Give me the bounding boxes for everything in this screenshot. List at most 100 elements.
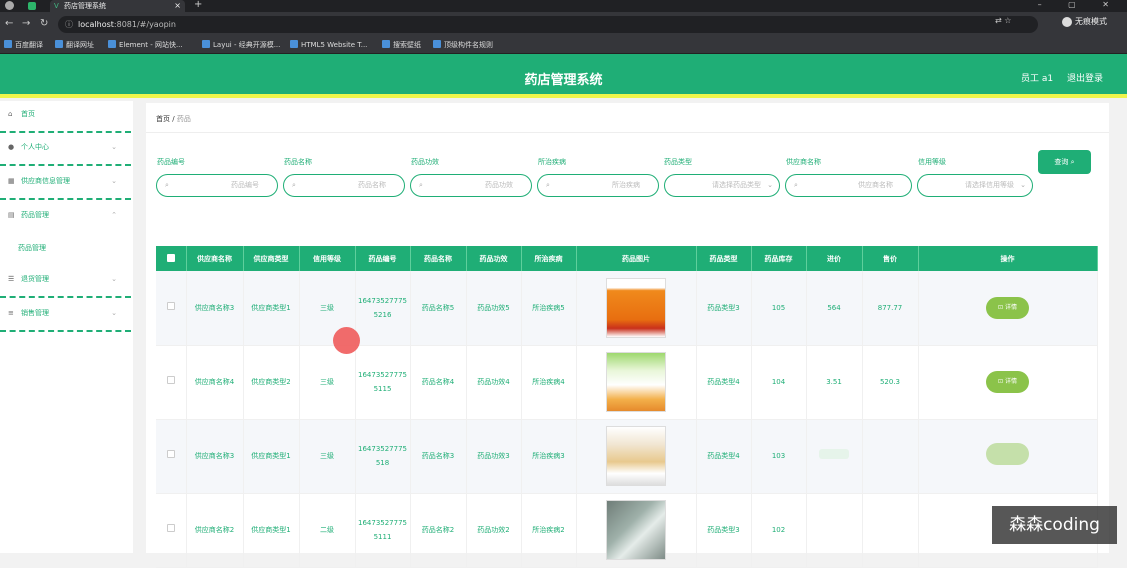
row-checkbox[interactable]: [166, 524, 175, 532]
bookmark-item[interactable]: HTML5 Website T...: [290, 40, 367, 49]
bookmark-item[interactable]: Element - 网站快...: [108, 40, 183, 50]
cell-price: [862, 493, 919, 568]
sidebar-divider: [0, 233, 131, 234]
cell-cost: [806, 493, 863, 568]
site-info-icon[interactable]: ⓘ: [65, 16, 73, 33]
column-header[interactable]: 药品功效: [466, 246, 522, 271]
column-header[interactable]: 药品编号: [355, 246, 411, 271]
supplier-search-input[interactable]: ⌕ 供应商名称: [785, 174, 912, 197]
forward-icon[interactable]: →: [22, 18, 30, 29]
cell-name: 药品名称5: [410, 271, 467, 346]
cell-disease: 所治疾病5: [521, 271, 577, 346]
tab-close-icon[interactable]: ×: [174, 0, 181, 12]
detail-button[interactable]: ⊡ 详情: [986, 371, 1029, 393]
cell-cost: [806, 419, 863, 494]
cell-actions: [918, 419, 1098, 494]
sidebar-item-home[interactable]: ⌂ 首页: [0, 101, 131, 133]
incognito-profile[interactable]: 无痕模式: [1062, 16, 1107, 27]
sidebar-item-returns[interactable]: ☰ 退货管理 ⌄: [0, 266, 131, 298]
filter-label: 药品名称: [284, 158, 312, 166]
chevron-down-icon: ⌄: [111, 275, 117, 283]
back-icon[interactable]: ←: [5, 18, 13, 29]
detail-button[interactable]: ⊡ 详情: [986, 296, 1029, 319]
name-search-input[interactable]: ⌕ 药品名称: [283, 174, 405, 197]
column-header[interactable]: 所治疾病: [521, 246, 577, 271]
row-checkbox[interactable]: [166, 376, 175, 384]
query-button[interactable]: 查询 ⌕: [1038, 150, 1091, 174]
cell-supplier-type: 供应商类型2: [243, 345, 300, 420]
row-select-cell: [156, 419, 187, 494]
table-header-row: 供应商名称 供应商类型 信用等级 药品编号 药品名称 药品功效 所治疾病 药品图…: [156, 246, 1098, 271]
logout-link[interactable]: 退出登录: [1067, 71, 1103, 84]
url-field[interactable]: ⓘ localhost:8081/#/yaopin: [58, 16, 1038, 33]
breadcrumb-sep: /: [172, 115, 175, 123]
new-tab-icon[interactable]: +: [194, 0, 202, 10]
cell-code: 16473527775518: [355, 419, 411, 494]
bookmark-icon: [4, 40, 12, 48]
table-row[interactable]: 供应商名称3 供应商类型1 三级 164735277755216 药品名称5 药…: [156, 271, 1098, 346]
list-icon: ☰: [8, 275, 15, 283]
detail-icon: ⊡: [998, 303, 1005, 311]
sidebar-item-medicine[interactable]: ▤ 药品管理 ⌃: [0, 202, 131, 234]
column-header[interactable]: 供应商名称: [186, 246, 244, 271]
column-header[interactable]: 售价: [862, 246, 919, 271]
breadcrumb-home[interactable]: 首页: [156, 115, 170, 123]
sliders-icon: ≡: [8, 309, 14, 317]
filter-label: 药品编号: [157, 158, 185, 166]
column-header[interactable]: 供应商类型: [243, 246, 300, 271]
cell-price: 520.3: [862, 345, 919, 420]
bookmark-item[interactable]: Layui - 经典开源模...: [202, 40, 280, 50]
cell-stock: 104: [751, 345, 807, 420]
cell-code: 164735277755111: [355, 493, 411, 568]
column-header[interactable]: 药品图片: [576, 246, 697, 271]
credit-select[interactable]: 请选择信用等级 ⌄: [917, 174, 1033, 197]
cell-supplier: 供应商名称2: [186, 493, 244, 568]
sidebar-item-profile[interactable]: ● 个人中心 ⌄: [0, 134, 131, 166]
reload-icon[interactable]: ↻: [40, 18, 48, 29]
effect-search-input[interactable]: ⌕ 药品功效: [410, 174, 532, 197]
window-controls[interactable]: – ▢ ✕: [1038, 0, 1121, 9]
row-checkbox[interactable]: [166, 301, 175, 310]
disease-search-input[interactable]: ⌕ 所治疾病: [537, 174, 659, 197]
type-select[interactable]: 请选择药品类型 ⌄: [664, 174, 780, 197]
bookmark-item[interactable]: 搜索壁纸: [382, 40, 421, 50]
chevron-down-icon: ⌄: [111, 143, 117, 151]
sidebar-item-supplier[interactable]: ▦ 供应商信息管理 ⌄: [0, 168, 131, 200]
translate-icon[interactable]: ⇄ ☆: [995, 16, 1011, 25]
sidebar-subitem-medicine-manage[interactable]: 药品管理: [18, 243, 46, 253]
medicine-image[interactable]: [606, 426, 666, 486]
medicine-image[interactable]: [606, 352, 666, 412]
sidebar-item-sales[interactable]: ≡ 销售管理 ⌄: [0, 300, 131, 332]
row-checkbox[interactable]: [166, 450, 175, 458]
chevron-up-icon: ⌃: [111, 211, 117, 219]
browser-menu-icon[interactable]: [5, 1, 14, 10]
select-all-checkbox[interactable]: [166, 253, 175, 262]
cell-actions: ⊡ 详情: [918, 271, 1098, 346]
bookmark-item[interactable]: 翻译网址: [55, 40, 94, 50]
pinned-tab-icon[interactable]: [28, 2, 36, 10]
table-row[interactable]: 供应商名称2 供应商类型1 二级 164735277755111 药品名称2 药…: [156, 493, 1098, 568]
bookmark-item[interactable]: 顶级构件名规则: [433, 40, 493, 50]
current-user: 员工 a1: [1021, 74, 1054, 84]
column-header[interactable]: 进价: [806, 246, 863, 271]
cell-name: 药品名称4: [410, 345, 467, 420]
column-header[interactable]: 药品类型: [696, 246, 752, 271]
cell-effect: 药品功效2: [466, 493, 522, 568]
filter-label: 信用等级: [918, 158, 946, 166]
table-row[interactable]: 供应商名称4 供应商类型2 三级 164735277755115 药品名称4 药…: [156, 345, 1098, 420]
detail-button[interactable]: [986, 442, 1029, 465]
bookmark-icon: [108, 40, 116, 48]
column-header[interactable]: 药品库存: [751, 246, 807, 271]
row-select-cell: [156, 271, 187, 346]
medicine-image[interactable]: [606, 277, 666, 338]
table-row[interactable]: 供应商名称3 供应商类型1 三级 16473527775518 药品名称3 药品…: [156, 419, 1098, 494]
browser-tab[interactable]: V 药店管理系统 ×: [50, 0, 185, 12]
bookmark-item[interactable]: 百度翻译: [4, 40, 43, 50]
cell-credit: 三级: [299, 419, 356, 494]
column-header[interactable]: 药品名称: [410, 246, 467, 271]
medicine-image[interactable]: [606, 500, 666, 560]
code-search-input[interactable]: ⌕ 药品编号: [156, 174, 278, 197]
browser-tab-strip: V 药店管理系统 × + – ▢ ✕: [0, 0, 1127, 12]
row-select-cell: [156, 493, 187, 568]
column-header[interactable]: 信用等级: [299, 246, 356, 271]
